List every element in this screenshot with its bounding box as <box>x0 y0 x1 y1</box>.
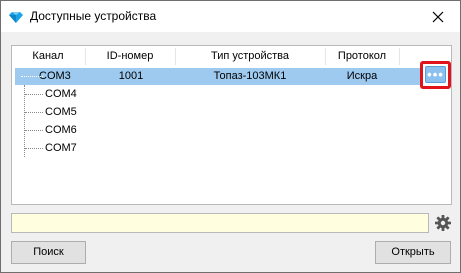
title-bar: Доступные устройства <box>1 1 460 32</box>
available-devices-dialog: Доступные устройства Канал ID-номер Тип … <box>0 0 461 273</box>
tree-item-com7[interactable]: COM7 <box>45 140 77 157</box>
search-button[interactable]: Поиск <box>11 241 86 264</box>
tree-connector <box>25 94 43 95</box>
tree-connector <box>25 112 43 113</box>
row-protocol: Искра <box>346 70 378 82</box>
tree-connector <box>25 130 43 131</box>
tree-item-com6[interactable]: COM6 <box>45 122 77 139</box>
column-header-channel[interactable]: Канал <box>12 46 84 67</box>
column-separator <box>399 48 400 65</box>
close-button[interactable] <box>416 1 460 32</box>
open-button[interactable]: Открыть <box>375 241 451 264</box>
close-icon <box>432 11 444 22</box>
table-row-selected[interactable]: COM3 1001 Топаз-103МК1 Искра <box>15 68 423 85</box>
tree-connector <box>25 148 43 149</box>
device-list[interactable]: Канал ID-номер Тип устройства Протокол C… <box>11 45 452 205</box>
tree-connector <box>24 85 25 157</box>
row-channel: COM3 <box>39 70 71 82</box>
status-bar <box>11 213 429 233</box>
column-header-protocol[interactable]: Протокол <box>326 46 398 67</box>
row-device-type: Топаз-103МК1 <box>213 70 287 82</box>
gem-icon <box>9 12 23 23</box>
device-settings-button[interactable]: ••• <box>425 66 446 83</box>
tree-item-com5[interactable]: COM5 <box>45 104 77 121</box>
column-header-device-type[interactable]: Тип устройства <box>176 46 324 67</box>
column-header-id[interactable]: ID-номер <box>86 46 174 67</box>
tree-connector <box>21 76 43 77</box>
window-title: Доступные устройства <box>30 9 157 23</box>
gear-icon[interactable] <box>434 214 452 232</box>
tree-item-com4[interactable]: COM4 <box>45 86 77 103</box>
row-id: 1001 <box>118 70 144 82</box>
